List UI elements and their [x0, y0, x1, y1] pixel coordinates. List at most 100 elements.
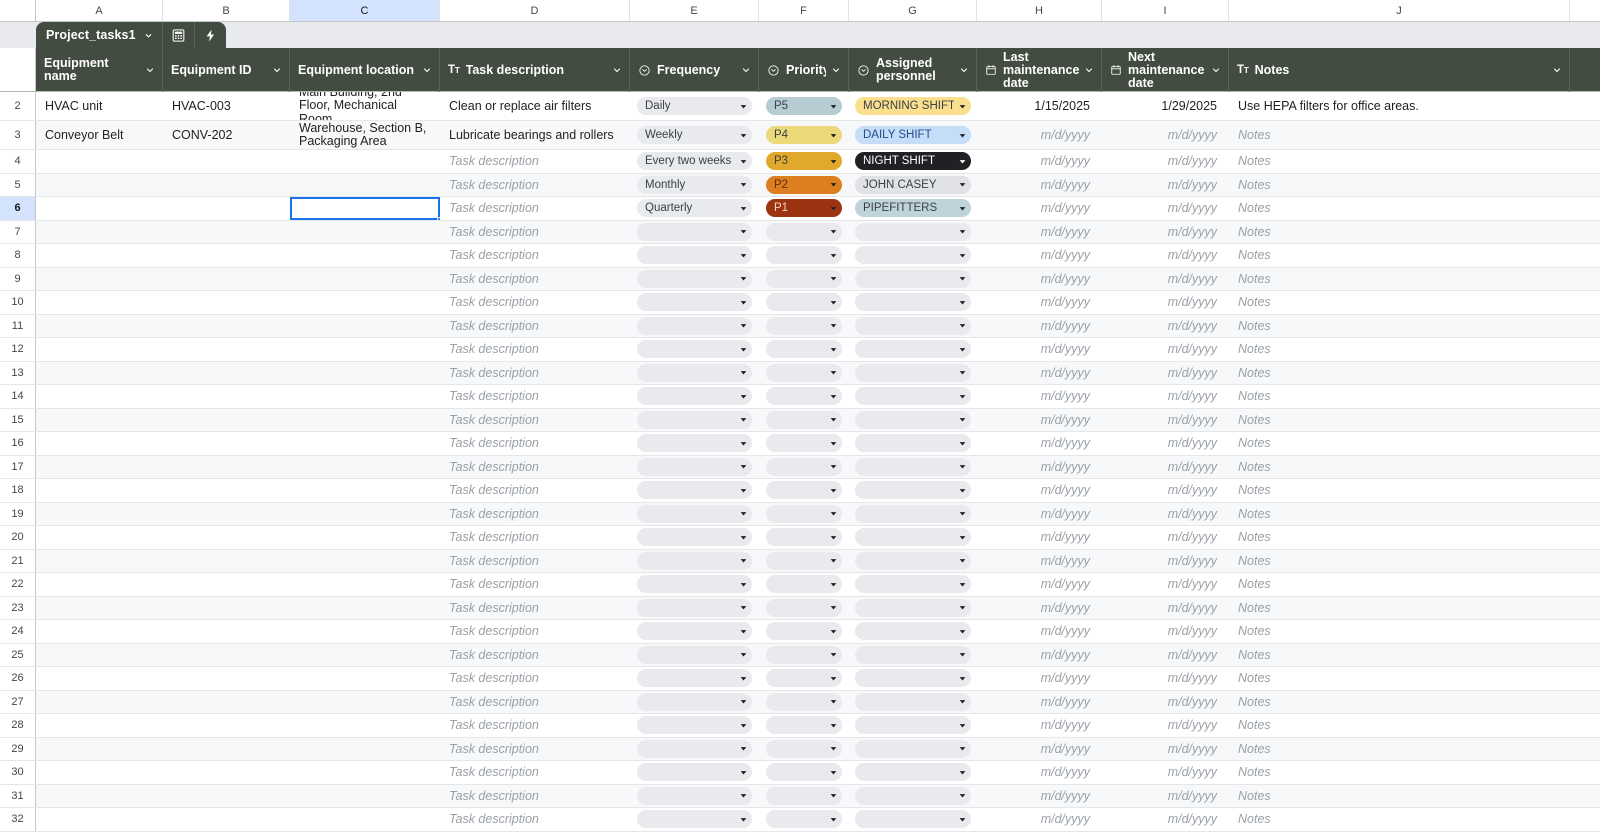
chip-dropdown-arrow-icon[interactable] — [829, 157, 838, 166]
chevron-down-icon[interactable] — [143, 30, 154, 41]
cell-equipment-location[interactable] — [290, 315, 440, 338]
chip-dropdown-arrow-icon[interactable] — [958, 697, 967, 706]
cell-equipment-location[interactable] — [290, 597, 440, 620]
cell-equipment-name[interactable] — [36, 738, 163, 761]
cell-task-description[interactable]: Task description — [440, 174, 630, 197]
row-number[interactable]: 16 — [0, 432, 36, 455]
table-row[interactable]: 20 Task description m/d/yyyy m/d/yyyy Notes — [0, 526, 1600, 550]
cell-next-maintenance-date[interactable]: m/d/yyyy — [1102, 597, 1229, 620]
cell-priority[interactable] — [759, 620, 849, 643]
cell-equipment-id[interactable] — [163, 150, 290, 173]
cell-priority[interactable] — [759, 362, 849, 385]
cell-equipment-name[interactable] — [36, 197, 163, 220]
cell-equipment-name[interactable] — [36, 808, 163, 831]
cell-personnel[interactable] — [849, 291, 977, 314]
cell-equipment-name[interactable] — [36, 268, 163, 291]
cell-equipment-name[interactable] — [36, 456, 163, 479]
cell-last-maintenance-date[interactable]: m/d/yyyy — [977, 761, 1102, 784]
priority-chip-empty[interactable] — [766, 457, 842, 476]
table-row[interactable]: 17 Task description m/d/yyyy m/d/yyyy Notes — [0, 455, 1600, 479]
cell-equipment-name[interactable] — [36, 526, 163, 549]
cell-personnel[interactable]: NIGHT SHIFT — [849, 150, 977, 173]
cell-notes[interactable]: Notes — [1229, 785, 1570, 808]
priority-chip-empty[interactable] — [766, 645, 842, 664]
cell-last-maintenance-date[interactable]: m/d/yyyy — [977, 714, 1102, 737]
cell-equipment-name[interactable]: HVAC unit — [36, 92, 163, 120]
cell-last-maintenance-date[interactable]: m/d/yyyy — [977, 503, 1102, 526]
table-row[interactable]: 18 Task description m/d/yyyy m/d/yyyy Notes — [0, 479, 1600, 503]
cell-next-maintenance-date[interactable]: m/d/yyyy — [1102, 385, 1229, 408]
personnel-chip[interactable]: PIPEFITTERS — [855, 199, 971, 218]
cell-equipment-name[interactable]: Conveyor Belt — [36, 121, 163, 149]
cell-task-description[interactable]: Task description — [440, 785, 630, 808]
cell-notes[interactable]: Notes — [1229, 714, 1570, 737]
cell-equipment-id[interactable] — [163, 550, 290, 573]
personnel-chip-empty[interactable] — [855, 222, 971, 241]
priority-chip-empty[interactable] — [766, 622, 842, 641]
column-header-h[interactable]: Last maintenance date — [977, 48, 1102, 92]
chevron-down-icon[interactable] — [958, 64, 970, 76]
cell-personnel[interactable] — [849, 620, 977, 643]
chip-dropdown-arrow-icon[interactable] — [739, 368, 748, 377]
column-header-f[interactable]: Priority — [759, 48, 849, 92]
cell-frequency[interactable] — [630, 597, 759, 620]
chip-dropdown-arrow-icon[interactable] — [958, 180, 967, 189]
cell-task-description[interactable]: Task description — [440, 503, 630, 526]
cell-equipment-id[interactable] — [163, 291, 290, 314]
cell-equipment-name[interactable] — [36, 761, 163, 784]
cell-priority[interactable] — [759, 644, 849, 667]
personnel-chip-empty[interactable] — [855, 246, 971, 265]
chip-dropdown-arrow-icon[interactable] — [739, 721, 748, 730]
chip-dropdown-arrow-icon[interactable] — [829, 768, 838, 777]
cell-next-maintenance-date[interactable]: m/d/yyyy — [1102, 738, 1229, 761]
chip-dropdown-arrow-icon[interactable] — [958, 157, 967, 166]
column-header-j[interactable]: T T Notes — [1229, 48, 1570, 92]
row-number[interactable]: 21 — [0, 549, 36, 572]
column-letter-h[interactable]: H — [977, 0, 1102, 21]
cell-personnel[interactable] — [849, 573, 977, 596]
cell-next-maintenance-date[interactable]: m/d/yyyy — [1102, 573, 1229, 596]
cell-equipment-name[interactable] — [36, 550, 163, 573]
personnel-chip-empty[interactable] — [855, 293, 971, 312]
chip-dropdown-arrow-icon[interactable] — [739, 556, 748, 565]
frequency-chip-empty[interactable] — [637, 504, 752, 523]
chip-dropdown-arrow-icon[interactable] — [958, 462, 967, 471]
column-letter-e[interactable]: E — [630, 0, 759, 21]
cell-task-description[interactable]: Task description — [440, 362, 630, 385]
cell-equipment-id[interactable] — [163, 244, 290, 267]
cell-equipment-name[interactable] — [36, 150, 163, 173]
chip-dropdown-arrow-icon[interactable] — [829, 603, 838, 612]
chip-dropdown-arrow-icon[interactable] — [829, 462, 838, 471]
priority-chip[interactable]: P4 — [766, 126, 842, 144]
cell-last-maintenance-date[interactable]: m/d/yyyy — [977, 785, 1102, 808]
cell-notes[interactable]: Notes — [1229, 385, 1570, 408]
column-letter-c[interactable]: C — [290, 0, 440, 21]
priority-chip-empty[interactable] — [766, 598, 842, 617]
priority-chip-empty[interactable] — [766, 786, 842, 805]
row-number[interactable]: 30 — [0, 761, 36, 784]
spreadsheet-grid[interactable]: 2 HVAC unit HVAC-003 Main Building, 2nd Flo… — [0, 92, 1600, 834]
cell-equipment-id[interactable] — [163, 432, 290, 455]
chip-dropdown-arrow-icon[interactable] — [739, 697, 748, 706]
cell-notes[interactable]: Notes — [1229, 620, 1570, 643]
chip-dropdown-arrow-icon[interactable] — [958, 204, 967, 213]
cell-equipment-id[interactable] — [163, 714, 290, 737]
chevron-down-icon[interactable] — [1083, 64, 1095, 76]
chip-dropdown-arrow-icon[interactable] — [829, 251, 838, 260]
priority-chip-empty[interactable] — [766, 481, 842, 500]
chip-dropdown-arrow-icon[interactable] — [829, 556, 838, 565]
cell-notes[interactable]: Notes — [1229, 174, 1570, 197]
cell-personnel[interactable] — [849, 221, 977, 244]
cell-frequency[interactable] — [630, 315, 759, 338]
cell-task-description[interactable]: Task description — [440, 479, 630, 502]
cell-next-maintenance-date[interactable]: m/d/yyyy — [1102, 550, 1229, 573]
cell-notes[interactable]: Notes — [1229, 150, 1570, 173]
cell-task-description[interactable]: Task description — [440, 268, 630, 291]
chip-dropdown-arrow-icon[interactable] — [829, 533, 838, 542]
cell-equipment-name[interactable] — [36, 667, 163, 690]
priority-chip-empty[interactable] — [766, 669, 842, 688]
cell-equipment-id[interactable] — [163, 385, 290, 408]
table-row[interactable]: 28 Task description m/d/yyyy m/d/yyyy Notes — [0, 714, 1600, 738]
cell-equipment-id[interactable] — [163, 761, 290, 784]
chip-dropdown-arrow-icon[interactable] — [739, 744, 748, 753]
